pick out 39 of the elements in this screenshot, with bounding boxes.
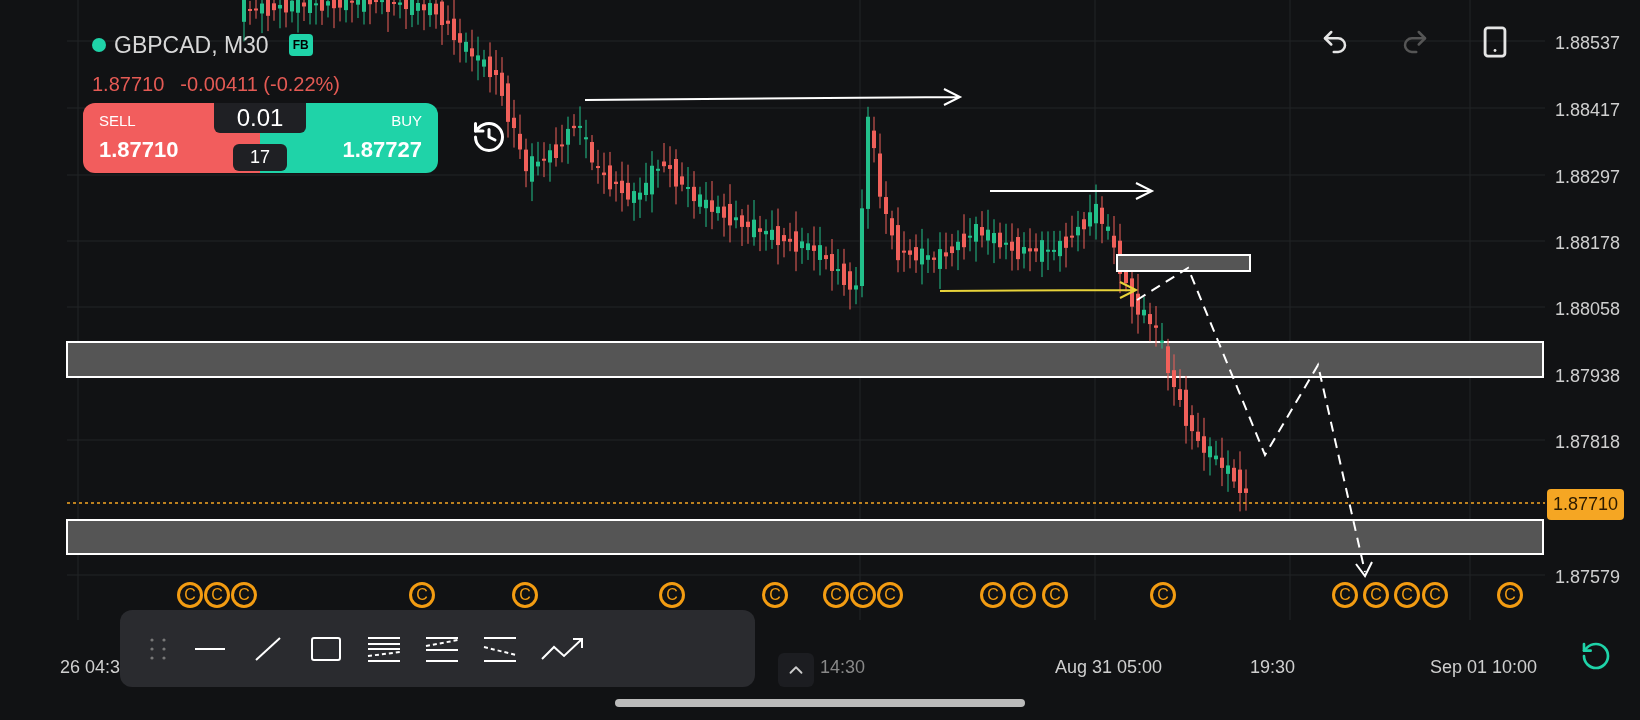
price-axis-label: 1.87818 — [1555, 431, 1621, 454]
event-marker[interactable]: C — [1422, 582, 1448, 608]
event-marker[interactable]: C — [1363, 582, 1389, 608]
price-axis-label: 1.88058 — [1555, 298, 1621, 321]
spread-value: 17 — [233, 144, 287, 171]
event-marker[interactable]: C — [1042, 582, 1068, 608]
price-axis-label: 1.88417 — [1555, 99, 1621, 122]
event-marker[interactable]: C — [409, 582, 435, 608]
event-marker[interactable]: C — [204, 582, 230, 608]
event-marker[interactable]: C — [1394, 582, 1420, 608]
time-axis-label: 26 04:3 — [60, 656, 121, 679]
event-marker[interactable]: C — [1497, 582, 1523, 608]
time-axis-label: Sep 01 10:00 — [1430, 656, 1538, 679]
event-marker[interactable]: C — [1332, 582, 1358, 608]
lot-size-field[interactable]: 0.01 — [214, 103, 306, 133]
time-axis-label: 19:30 — [1250, 656, 1296, 679]
event-marker[interactable]: C — [1010, 582, 1036, 608]
price-axis-label: 1.88537 — [1555, 32, 1621, 55]
price-axis-label: 1.88178 — [1555, 232, 1621, 255]
event-marker[interactable]: C — [877, 582, 903, 608]
event-marker[interactable]: C — [850, 582, 876, 608]
event-marker[interactable]: C — [177, 582, 203, 608]
time-axis-label: 14:30 — [820, 656, 866, 679]
event-marker[interactable]: C — [762, 582, 788, 608]
price-axis-label: 1.88297 — [1555, 166, 1621, 189]
symbol-badge: FB — [288, 34, 313, 57]
current-price-badge: 1.87710 — [1547, 489, 1625, 520]
event-marker[interactable]: C — [231, 582, 257, 608]
price-axis-label: 1.87579 — [1555, 566, 1621, 589]
last-price: 1.87710 — [92, 71, 165, 97]
event-marker[interactable]: C — [512, 582, 538, 608]
price-change: -0.00411 (-0.22%) — [180, 71, 340, 97]
event-marker[interactable]: C — [980, 582, 1006, 608]
price-axis-label: 1.87938 — [1555, 365, 1621, 388]
event-marker[interactable]: C — [1150, 582, 1176, 608]
event-marker[interactable]: C — [823, 582, 849, 608]
event-marker[interactable]: C — [659, 582, 685, 608]
time-axis-label: Aug 31 05:00 — [1055, 656, 1163, 679]
symbol-title: GBPCAD, M30 — [114, 31, 269, 60]
